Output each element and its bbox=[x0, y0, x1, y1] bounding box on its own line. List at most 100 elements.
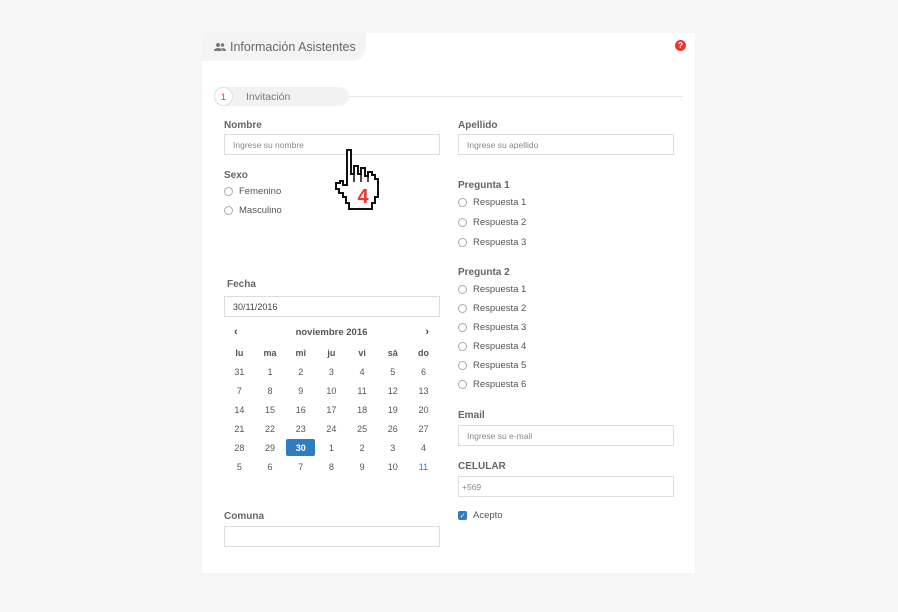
calendar-day[interactable]: 5 bbox=[224, 457, 255, 476]
date-picker: ‹ noviembre 2016 › lu ma mi ju vi sá do 31 1 2 3 4 5… bbox=[224, 323, 439, 476]
radio-option[interactable]: Respuesta 1 bbox=[458, 284, 526, 295]
calendar-day[interactable]: 28 bbox=[224, 438, 255, 457]
fecha-input[interactable]: 30/11/2016 bbox=[224, 296, 440, 317]
radio-option[interactable]: Respuesta 2 bbox=[458, 217, 526, 228]
calendar-day[interactable]: 21 bbox=[224, 419, 255, 438]
radio-option[interactable]: Respuesta 2 bbox=[458, 303, 526, 314]
radio-label: Respuesta 4 bbox=[473, 341, 527, 352]
apellido-input[interactable]: Ingrese su apellido bbox=[458, 134, 674, 155]
radio-circle[interactable] bbox=[224, 187, 233, 196]
step-indicator: 1 Invitación bbox=[214, 87, 349, 106]
radio-circle[interactable] bbox=[458, 380, 467, 389]
calendar-day[interactable]: 16 bbox=[285, 400, 316, 419]
calendar-day[interactable]: 1 bbox=[255, 362, 286, 381]
radio-femenino[interactable]: Femenino bbox=[224, 186, 281, 197]
calendar-day[interactable]: 11 bbox=[408, 457, 439, 476]
comuna-label: Comuna bbox=[224, 511, 264, 522]
calendar-day[interactable]: 7 bbox=[285, 457, 316, 476]
calendar-grid: lu ma mi ju vi sá do 31 1 2 3 4 5 6 7 8 9 10 11 12 13 14 15 16 1… bbox=[224, 343, 439, 476]
calendar-day[interactable]: 27 bbox=[408, 419, 439, 438]
radio-option[interactable]: Respuesta 4 bbox=[458, 341, 526, 352]
chevron-right-icon[interactable]: › bbox=[425, 326, 429, 338]
section-title: Información Asistentes bbox=[230, 40, 356, 54]
calendar-day[interactable]: 15 bbox=[255, 400, 286, 419]
radio-label: Respuesta 6 bbox=[473, 379, 527, 390]
calendar-day[interactable]: 2 bbox=[347, 438, 378, 457]
calendar-day[interactable]: 6 bbox=[255, 457, 286, 476]
calendar-day[interactable]: 14 bbox=[224, 400, 255, 419]
radio-label: Respuesta 1 bbox=[473, 197, 527, 208]
calendar-day[interactable]: 23 bbox=[285, 419, 316, 438]
calendar-day[interactable]: 8 bbox=[255, 381, 286, 400]
email-input[interactable]: Ingrese su e-mail bbox=[458, 425, 674, 446]
calendar-day[interactable]: 17 bbox=[316, 400, 347, 419]
calendar-day[interactable]: 10 bbox=[316, 381, 347, 400]
calendar-day[interactable]: 30 bbox=[286, 439, 316, 456]
calendar-day[interactable]: 19 bbox=[377, 400, 408, 419]
calendar-day[interactable]: 3 bbox=[316, 362, 347, 381]
radio-label: Respuesta 1 bbox=[473, 284, 527, 295]
calendar-day[interactable]: 31 bbox=[224, 362, 255, 381]
calendar-day[interactable]: 2 bbox=[285, 362, 316, 381]
calendar-month[interactable]: noviembre 2016 bbox=[224, 327, 439, 338]
radio-circle[interactable] bbox=[458, 342, 467, 351]
calendar-day[interactable]: 9 bbox=[347, 457, 378, 476]
calendar-day[interactable]: 24 bbox=[316, 419, 347, 438]
acepto-label: Acepto bbox=[473, 510, 503, 521]
radio-circle[interactable] bbox=[458, 285, 467, 294]
pregunta1-label: Pregunta 1 bbox=[458, 180, 510, 191]
calendar-day[interactable]: 26 bbox=[377, 419, 408, 438]
calendar-day[interactable]: 10 bbox=[377, 457, 408, 476]
radio-circle[interactable] bbox=[458, 238, 467, 247]
calendar-day[interactable]: 4 bbox=[408, 438, 439, 457]
weekday-header: lu bbox=[235, 347, 244, 358]
radio-label: Femenino bbox=[239, 186, 282, 197]
check-icon[interactable]: ✓ bbox=[458, 511, 467, 520]
form-card: Información Asistentes ? 1 Invitación No… bbox=[202, 33, 695, 573]
comuna-input[interactable] bbox=[224, 526, 440, 547]
calendar-day[interactable]: 18 bbox=[347, 400, 378, 419]
help-icon[interactable]: ? bbox=[675, 40, 686, 51]
celular-label: CELULAR bbox=[458, 461, 506, 472]
acepto-checkbox-row[interactable]: ✓ Acepto bbox=[458, 510, 503, 521]
radio-label: Masculino bbox=[239, 205, 282, 216]
weekday-header: do bbox=[417, 347, 429, 358]
radio-option[interactable]: Respuesta 6 bbox=[458, 379, 526, 390]
calendar-day[interactable]: 8 bbox=[316, 457, 347, 476]
radio-circle[interactable] bbox=[458, 304, 467, 313]
radio-circle[interactable] bbox=[458, 218, 467, 227]
radio-option[interactable]: Respuesta 5 bbox=[458, 360, 526, 371]
radio-circle[interactable] bbox=[458, 323, 467, 332]
weekday-header: mi bbox=[295, 347, 306, 358]
radio-masculino[interactable]: Masculino bbox=[224, 205, 282, 216]
section-header-tab: Información Asistentes bbox=[202, 33, 366, 61]
calendar-day[interactable]: 11 bbox=[347, 381, 378, 400]
radio-circle[interactable] bbox=[224, 206, 233, 215]
radio-circle[interactable] bbox=[458, 198, 467, 207]
calendar-day[interactable]: 1 bbox=[316, 438, 347, 457]
cursor-badge: 4 bbox=[357, 186, 369, 208]
calendar-day[interactable]: 29 bbox=[255, 438, 286, 457]
email-label: Email bbox=[458, 410, 485, 421]
calendar-day[interactable]: 3 bbox=[377, 438, 408, 457]
calendar-day[interactable]: 13 bbox=[408, 381, 439, 400]
calendar-day[interactable]: 9 bbox=[285, 381, 316, 400]
calendar-day[interactable]: 22 bbox=[255, 419, 286, 438]
nombre-label: Nombre bbox=[224, 120, 262, 131]
calendar-day[interactable]: 6 bbox=[408, 362, 439, 381]
calendar-day[interactable]: 25 bbox=[347, 419, 378, 438]
radio-option[interactable]: Respuesta 3 bbox=[458, 237, 526, 248]
radio-circle[interactable] bbox=[458, 361, 467, 370]
radio-option[interactable]: Respuesta 1 bbox=[458, 197, 526, 208]
calendar-day[interactable]: 12 bbox=[377, 381, 408, 400]
calendar-day[interactable]: 20 bbox=[408, 400, 439, 419]
radio-option[interactable]: Respuesta 3 bbox=[458, 322, 526, 333]
fecha-label: Fecha bbox=[227, 279, 256, 290]
calendar-day[interactable]: 5 bbox=[377, 362, 408, 381]
radio-label: Respuesta 2 bbox=[473, 217, 527, 228]
weekday-header: ma bbox=[263, 347, 277, 358]
celular-input[interactable]: +569 bbox=[458, 476, 674, 497]
calendar-day[interactable]: 4 bbox=[347, 362, 378, 381]
calendar-day[interactable]: 7 bbox=[224, 381, 255, 400]
nombre-input[interactable]: Ingrese su nombre bbox=[224, 134, 440, 155]
